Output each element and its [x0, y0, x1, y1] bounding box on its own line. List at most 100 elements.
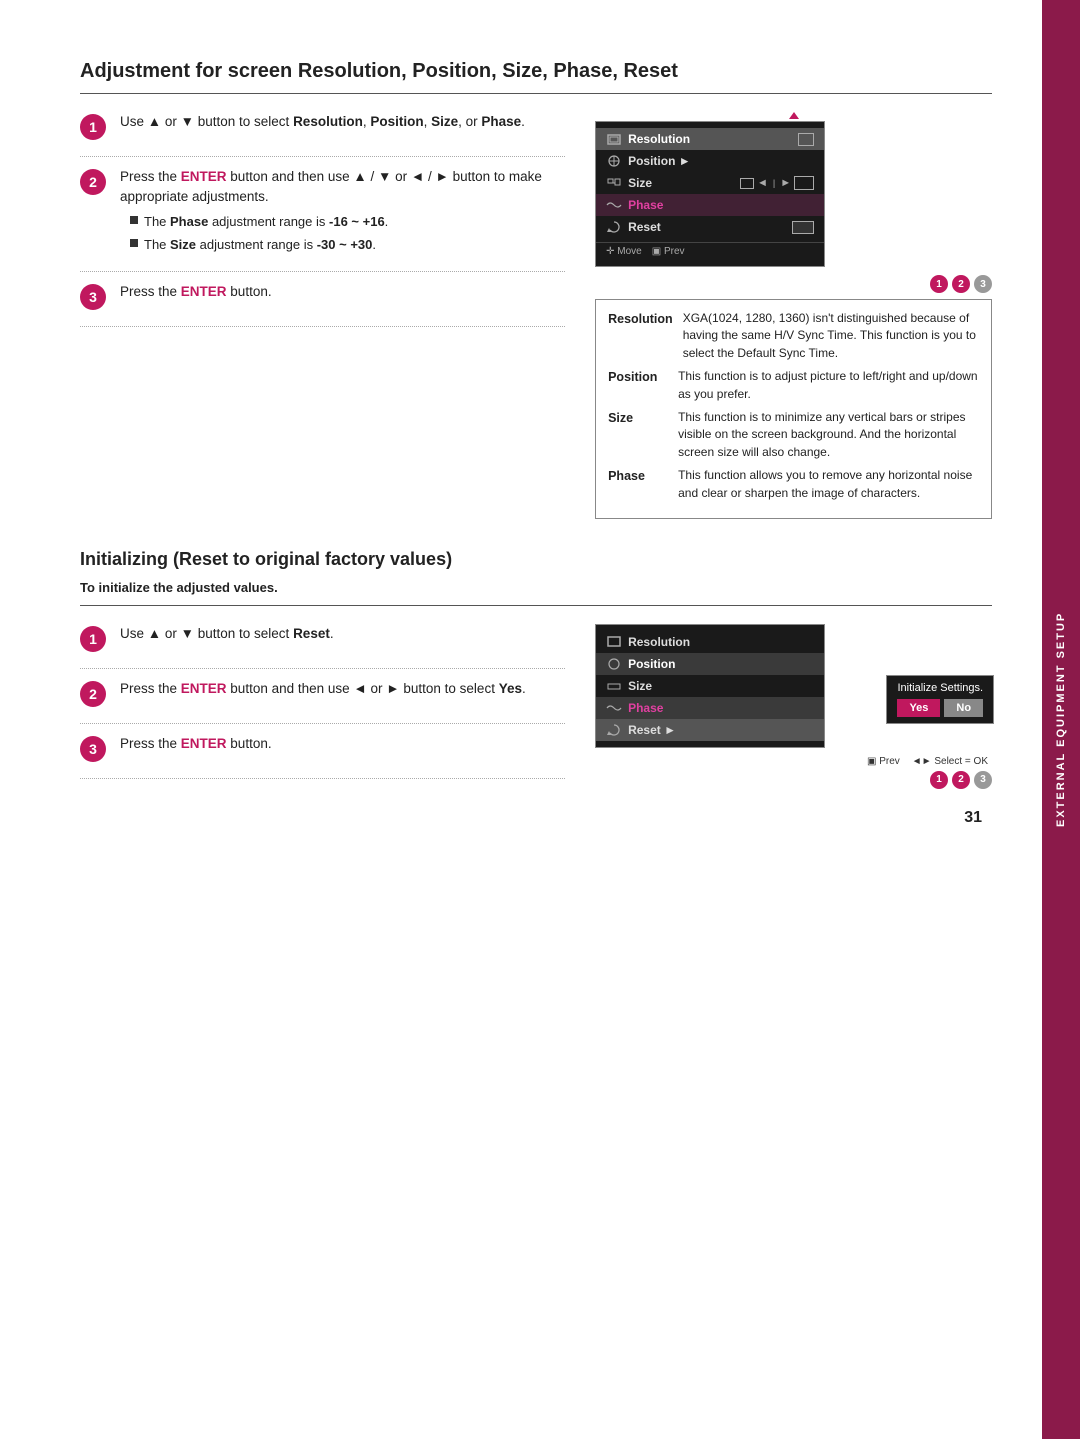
- step2-1-row: 1 Use ▲ or ▼ button to select Reset.: [80, 624, 565, 658]
- section1-divider: [80, 93, 992, 94]
- menu-item-reset: Reset: [596, 216, 824, 238]
- step2-1-text: Use ▲ or ▼ button to select Reset.: [120, 624, 565, 644]
- divider-light-2: [80, 271, 565, 272]
- step-ind-2: 2: [952, 275, 970, 293]
- section1-title: Adjustment for screen Resolution, Positi…: [80, 60, 992, 83]
- phase-icon: [606, 197, 622, 213]
- init-buttons: Yes No: [897, 699, 983, 717]
- menu2-item-reset-left: Reset ►: [606, 722, 676, 738]
- menu-item-phase: Phase: [596, 194, 824, 216]
- menu2-item-resolution: Resolution: [596, 631, 824, 653]
- section2-subtitle: To initialize the adjusted values.: [80, 580, 992, 595]
- info-row-phase: Phase This function allows you to remove…: [608, 467, 979, 502]
- section2-left: 1 Use ▲ or ▼ button to select Reset. 2 P…: [80, 624, 565, 789]
- step-ind-1: 1: [930, 275, 948, 293]
- info-term-resolution: Resolution: [608, 310, 673, 329]
- divider2-light-3: [80, 778, 565, 779]
- section2: Initializing (Reset to original factory …: [80, 549, 992, 789]
- step2-3-circle: 3: [80, 736, 106, 762]
- menu2-position-label: Position: [628, 657, 675, 671]
- menu2-item-position-left: Position: [606, 656, 675, 672]
- step3-row: 3 Press the ENTER button.: [80, 282, 565, 316]
- yes-button[interactable]: Yes: [897, 699, 940, 717]
- step2-3-text: Press the ENTER button.: [120, 734, 565, 754]
- section2-two-col: 1 Use ▲ or ▼ button to select Reset. 2 P…: [80, 624, 992, 789]
- menu-box-1: Resolution: [595, 121, 825, 267]
- position-icon: [606, 153, 622, 169]
- main-content: Adjustment for screen Resolution, Positi…: [0, 0, 1042, 1439]
- step-ind-3: 3: [974, 275, 992, 293]
- bullet1: The Phase adjustment range is -16 ~ +16.: [130, 212, 565, 232]
- info-desc-size: This function is to minimize any vertica…: [678, 409, 979, 461]
- resolution-label: Resolution: [628, 132, 690, 146]
- position-label: Position ►: [628, 154, 691, 168]
- step2-ind-3: 3: [974, 771, 992, 789]
- section1-two-col: 1 Use ▲ or ▼ button to select Resolution…: [80, 112, 992, 519]
- resolution-display: [798, 133, 814, 146]
- step1-row: 1 Use ▲ or ▼ button to select Resolution…: [80, 112, 565, 146]
- step3-circle: 3: [80, 284, 106, 310]
- step-indicators-1: 1 2 3: [595, 275, 992, 293]
- reset-label: Reset: [628, 220, 661, 234]
- step2-2-circle: 2: [80, 681, 106, 707]
- menu2-item-size: Size: [596, 675, 824, 697]
- init-popup: Initialize Settings. Yes No: [886, 675, 994, 724]
- step1-circle: 1: [80, 114, 106, 140]
- step2-circle: 2: [80, 169, 106, 195]
- section2-right: Resolution: [595, 624, 992, 789]
- menu-item-size: Size ◄ | ►: [596, 172, 824, 194]
- move-label: ✛ Move: [606, 246, 642, 257]
- menu2-item-resolution-left: Resolution: [606, 634, 690, 650]
- menu-item-size-left: Size: [606, 175, 652, 191]
- menu2-item-phase: Phase: [596, 697, 824, 719]
- menu2-size-icon: [606, 678, 622, 694]
- resolution-icon: [606, 131, 622, 147]
- menu-box-2: Resolution: [595, 624, 825, 748]
- menu2-item-phase-left: Phase: [606, 700, 663, 716]
- bullet-sq-2: [130, 239, 138, 247]
- step-indicators-2: 1 2 3: [595, 771, 992, 789]
- bullet-sq-1: [130, 216, 138, 224]
- step1-text: Use ▲ or ▼ button to select Resolution, …: [120, 112, 565, 132]
- divider2-light-1: [80, 668, 565, 669]
- phase-label: Phase: [628, 198, 663, 212]
- step2-2-row: 2 Press the ENTER button and then use ◄ …: [80, 679, 565, 713]
- menu2-prev-label: ▣ Prev: [867, 756, 900, 767]
- step2-1-circle: 1: [80, 626, 106, 652]
- menu2-select-label: ◄► Select = OK: [912, 756, 988, 767]
- bullet2: The Size adjustment range is -30 ~ +30.: [130, 235, 565, 255]
- menu2-reset-icon: [606, 722, 622, 738]
- divider-light-1: [80, 156, 565, 157]
- menu2-resolution-label: Resolution: [628, 635, 690, 649]
- init-popup-label: Initialize Settings.: [897, 682, 983, 694]
- menu-area-2: Resolution: [595, 624, 992, 767]
- menu-prev-label: ▣ Prev: [652, 246, 685, 257]
- step2-ind-1: 1: [930, 771, 948, 789]
- size-slider: ◄ | ►: [740, 176, 814, 190]
- menu-item-reset-left: Reset: [606, 219, 661, 235]
- menu2-phase-icon: [606, 700, 622, 716]
- menu2-item-position: Position: [596, 653, 824, 675]
- info-row-position: Position This function is to adjust pict…: [608, 368, 979, 403]
- section2-title: Initializing (Reset to original factory …: [80, 549, 992, 570]
- step2-ind-2: 2: [952, 771, 970, 789]
- menu-item-phase-left: Phase: [606, 197, 663, 213]
- info-table: Resolution XGA(1024, 1280, 1360) isn't d…: [595, 299, 992, 519]
- size-icon: [606, 175, 622, 191]
- step2-text: Press the ENTER button and then use ▲ / …: [120, 167, 565, 255]
- info-term-phase: Phase: [608, 467, 668, 486]
- reset-icon: [606, 219, 622, 235]
- divider-light-3: [80, 326, 565, 327]
- section1-left: 1 Use ▲ or ▼ button to select Resolution…: [80, 112, 565, 519]
- page-container: Adjustment for screen Resolution, Positi…: [0, 0, 1080, 1439]
- menu2-reset-label: Reset ►: [628, 723, 676, 737]
- info-row-size: Size This function is to minimize any ve…: [608, 409, 979, 461]
- menu2-item-size-left: Size: [606, 678, 652, 694]
- no-button[interactable]: No: [944, 699, 983, 717]
- size-box-large: [794, 176, 814, 190]
- info-desc-resolution: XGA(1024, 1280, 1360) isn't distinguishe…: [683, 310, 979, 362]
- step2-row: 2 Press the ENTER button and then use ▲ …: [80, 167, 565, 261]
- triangle-up-icon: [789, 112, 799, 119]
- menu-item-position: Position ►: [596, 150, 824, 172]
- section1-right: Resolution: [595, 112, 992, 519]
